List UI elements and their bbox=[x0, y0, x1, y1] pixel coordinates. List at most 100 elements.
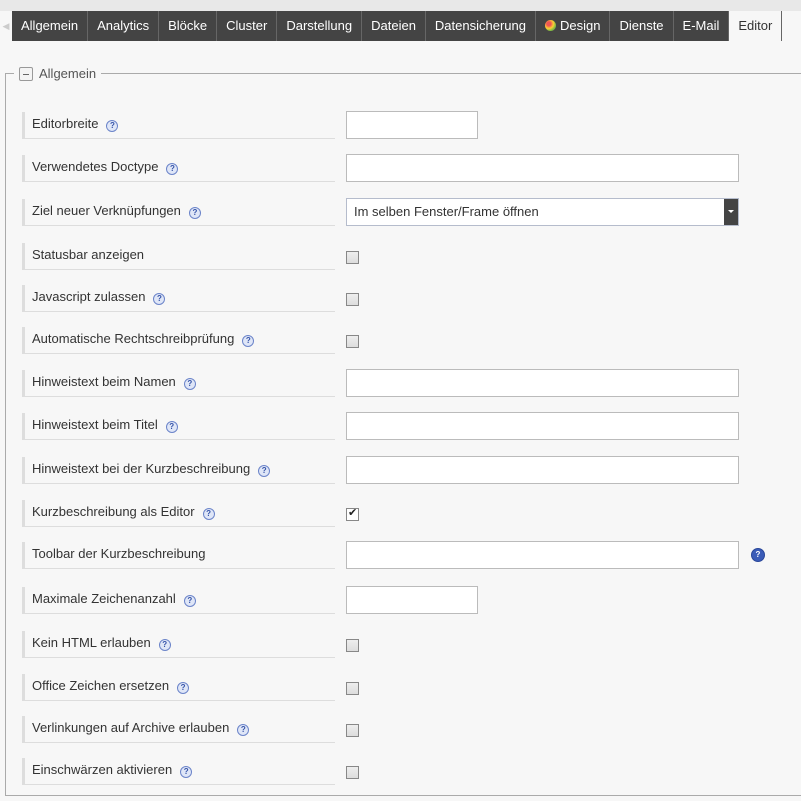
text-input[interactable] bbox=[346, 456, 739, 484]
field-label: Toolbar der Kurzbeschreibung bbox=[22, 542, 335, 569]
tab-label: Allgemein bbox=[21, 18, 79, 33]
tab-design[interactable]: Design bbox=[535, 11, 611, 41]
label-text: Kurzbeschreibung als Editor bbox=[32, 504, 195, 519]
label-text: Einschwärzen aktivieren bbox=[32, 762, 173, 777]
tab-editor[interactable]: Editor bbox=[729, 11, 783, 41]
tab-scroll-left-icon[interactable]: ◀ bbox=[0, 11, 12, 41]
form-row: Verwendetes Doctype? bbox=[22, 154, 801, 185]
label-text: Hinweistext beim Titel bbox=[32, 417, 158, 432]
checkbox[interactable] bbox=[346, 251, 359, 264]
collapse-toggle-icon[interactable] bbox=[19, 66, 33, 81]
field-label: Office Zeichen ersetzen? bbox=[22, 674, 335, 701]
help-icon[interactable]: ? bbox=[166, 163, 179, 175]
form-row: Hinweistext bei der Kurzbeschreibung? bbox=[22, 456, 801, 487]
text-input[interactable] bbox=[346, 369, 739, 397]
field-label: Automatische Rechtschreibprüfung? bbox=[22, 327, 335, 354]
checkbox[interactable] bbox=[346, 639, 359, 652]
checkbox[interactable] bbox=[346, 766, 359, 779]
help-icon[interactable]: ? bbox=[183, 595, 196, 607]
help-icon[interactable]: ? bbox=[751, 548, 765, 562]
form-row: Hinweistext beim Namen? bbox=[22, 369, 801, 400]
tab-label: Dateien bbox=[371, 18, 416, 33]
field-label: Maximale Zeichenanzahl? bbox=[22, 587, 335, 614]
checkbox[interactable] bbox=[346, 293, 359, 306]
tab-label: Dienste bbox=[619, 18, 664, 33]
field-label: Javascript zulassen? bbox=[22, 285, 335, 312]
tab-cluster[interactable]: Cluster bbox=[217, 11, 278, 41]
help-icon[interactable]: ? bbox=[177, 682, 190, 694]
fieldset-legend: Allgemein bbox=[14, 66, 101, 81]
form-row: Editorbreite? bbox=[22, 111, 801, 142]
text-input[interactable] bbox=[346, 541, 739, 569]
tab-label: Datensicherung bbox=[434, 18, 526, 33]
form-row: Maximale Zeichenanzahl? bbox=[22, 586, 801, 617]
top-bar bbox=[0, 0, 801, 11]
tab-label: Editor bbox=[738, 18, 773, 33]
text-input[interactable] bbox=[346, 154, 739, 182]
checkbox[interactable] bbox=[346, 335, 359, 348]
help-icon[interactable]: ? bbox=[237, 724, 250, 736]
form-row: Verlinkungen auf Archive erlauben? bbox=[22, 716, 801, 746]
label-text: Hinweistext beim Namen bbox=[32, 374, 176, 389]
label-text: Office Zeichen ersetzen bbox=[32, 678, 170, 693]
palette-icon bbox=[544, 20, 556, 31]
link-target-select[interactable]: Im selben Fenster/Frame öffnen bbox=[346, 198, 739, 226]
tab-allgemein[interactable]: Allgemein bbox=[12, 11, 89, 41]
legend-label: Allgemein bbox=[39, 66, 97, 81]
tab-label: Darstellung bbox=[286, 18, 353, 33]
help-icon[interactable]: ? bbox=[180, 766, 193, 778]
field-label: Verlinkungen auf Archive erlauben? bbox=[22, 716, 335, 743]
tab-blöcke[interactable]: Blöcke bbox=[159, 11, 218, 41]
field-label: Kurzbeschreibung als Editor? bbox=[22, 500, 335, 527]
help-icon[interactable]: ? bbox=[165, 421, 178, 433]
form-row: Ziel neuer Verknüpfungen? Im selben Fenst… bbox=[22, 198, 801, 229]
field-label: Hinweistext beim Namen? bbox=[22, 370, 335, 397]
label-text: Statusbar anzeigen bbox=[32, 247, 145, 262]
help-icon[interactable]: ? bbox=[188, 207, 201, 219]
label-text: Verwendetes Doctype bbox=[32, 159, 159, 174]
form-row: Statusbar anzeigen bbox=[22, 243, 801, 273]
field-label: Hinweistext beim Titel? bbox=[22, 413, 335, 440]
text-input[interactable] bbox=[346, 111, 478, 139]
chevron-down-icon[interactable] bbox=[724, 199, 738, 225]
help-icon[interactable]: ? bbox=[258, 465, 271, 477]
tab-label: Design bbox=[559, 18, 601, 33]
tab-bar: ◀ Allgemein Analytics Blöcke Cluster Darstel… bbox=[0, 11, 783, 41]
tab-label: Blöcke bbox=[168, 18, 208, 33]
form-row: Einschwärzen aktivieren? bbox=[22, 758, 801, 788]
help-icon[interactable]: ? bbox=[153, 293, 166, 305]
text-input[interactable] bbox=[346, 586, 478, 614]
form-row: Automatische Rechtschreibprüfung? bbox=[22, 327, 801, 357]
field-label: Einschwärzen aktivieren? bbox=[22, 758, 335, 785]
checkbox[interactable] bbox=[346, 724, 359, 737]
tab-label: Cluster bbox=[226, 18, 268, 33]
form-row: Office Zeichen ersetzen? bbox=[22, 674, 801, 704]
label-text: Hinweistext bei der Kurzbeschreibung bbox=[32, 461, 251, 476]
checkbox[interactable] bbox=[346, 682, 359, 695]
form-row: Kein HTML erlauben? bbox=[22, 631, 801, 661]
label-text: Automatische Rechtschreibprüfung bbox=[32, 331, 235, 346]
tab-darstellung[interactable]: Darstellung bbox=[277, 11, 363, 41]
label-text: Toolbar der Kurzbeschreibung bbox=[32, 546, 206, 561]
help-icon[interactable]: ? bbox=[183, 378, 196, 390]
text-input[interactable] bbox=[346, 412, 739, 440]
label-text: Kein HTML erlauben bbox=[32, 635, 151, 650]
label-text: Ziel neuer Verknüpfungen bbox=[32, 203, 181, 218]
form-row: Kurzbeschreibung als Editor? bbox=[22, 500, 801, 530]
field-label: Kein HTML erlauben? bbox=[22, 631, 335, 658]
label-text: Javascript zulassen bbox=[32, 289, 146, 304]
tab-dateien[interactable]: Dateien bbox=[362, 11, 426, 41]
tab-label: Analytics bbox=[97, 18, 150, 33]
tab-analytics[interactable]: Analytics bbox=[88, 11, 160, 41]
tab-datensicherung[interactable]: Datensicherung bbox=[425, 11, 536, 41]
help-icon[interactable]: ? bbox=[242, 335, 255, 347]
field-label: Hinweistext bei der Kurzbeschreibung? bbox=[22, 457, 335, 484]
tab-dienste[interactable]: Dienste bbox=[610, 11, 674, 41]
field-label: Ziel neuer Verknüpfungen? bbox=[22, 199, 335, 226]
help-icon[interactable]: ? bbox=[106, 120, 119, 132]
checkbox[interactable] bbox=[346, 506, 359, 521]
tab-e-mail[interactable]: E-Mail bbox=[673, 11, 730, 41]
help-icon[interactable]: ? bbox=[158, 639, 171, 651]
help-icon[interactable]: ? bbox=[202, 508, 215, 520]
form-row: Javascript zulassen? bbox=[22, 285, 801, 315]
